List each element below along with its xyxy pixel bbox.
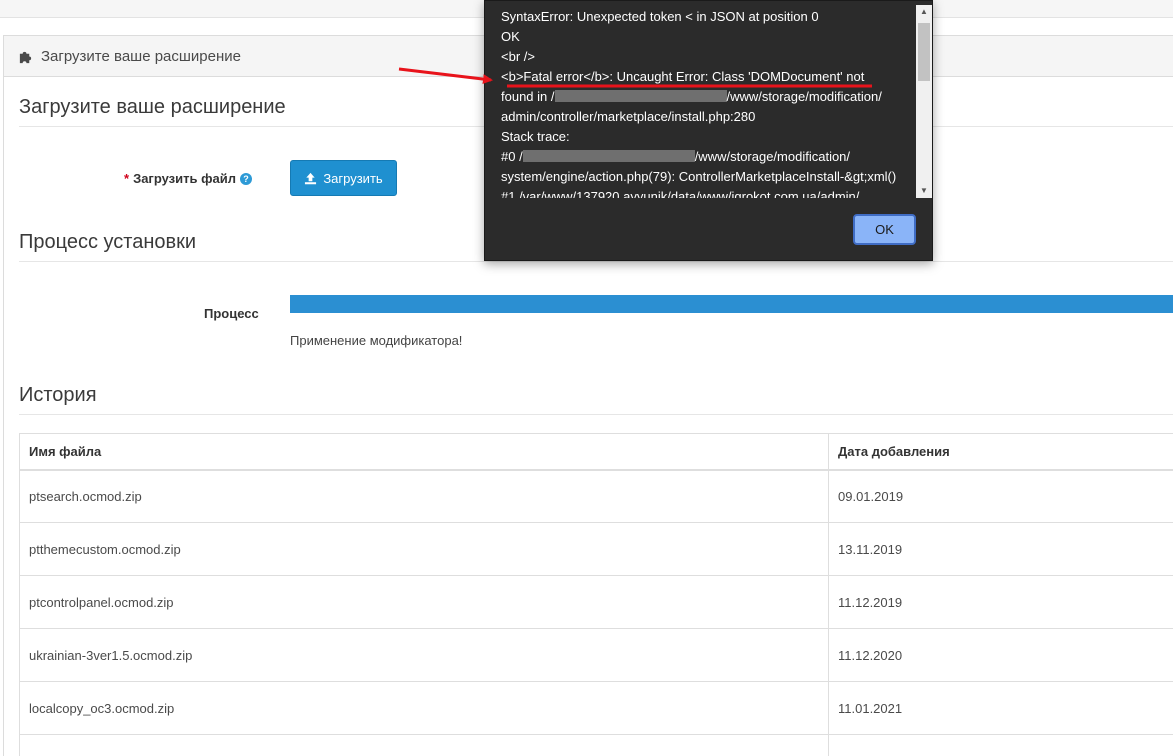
table-row: localcopy_oc3.ocmod.zip 11.01.2021 <box>19 681 1173 735</box>
required-mark: * <box>124 171 130 186</box>
cell-date: 11.12.2019 <box>828 575 1173 629</box>
history-section-title: История <box>19 384 97 406</box>
cell-filename: ptcontrolpanel.ocmod.zip <box>19 575 829 629</box>
column-header-date[interactable]: Дата добавления <box>828 433 1173 471</box>
install-section-title: Процесс установки <box>19 231 197 253</box>
redacted-path <box>522 150 695 162</box>
divider <box>19 261 1173 262</box>
error-line: Stack trace: <box>501 129 570 144</box>
error-line-prefix: found in / <box>501 89 555 104</box>
error-line: OK <box>501 29 520 44</box>
error-line: SyntaxError: Unexpected token < in JSON … <box>501 9 819 24</box>
cell-filename: ptthemecustom.ocmod.zip <box>19 522 829 576</box>
cell-date: 11.01.2021 <box>828 681 1173 735</box>
ok-button[interactable]: OK <box>853 214 916 245</box>
error-line: admin/controller/marketplace/install.php… <box>501 109 756 124</box>
error-line: <br /> <box>501 49 535 64</box>
error-line: system/engine/action.php(79): Controller… <box>501 169 897 184</box>
dialog-scrollbar[interactable]: ▲ ▼ <box>916 5 932 198</box>
upload-button-label: Загрузить <box>323 170 383 186</box>
table-row: ptsearch.ocmod.zip 09.01.2019 <box>19 469 1173 523</box>
upload-section-title: Загрузите ваше расширение <box>19 96 286 118</box>
scroll-thumb[interactable] <box>918 23 930 81</box>
error-line-suffix: /www/storage/modification/ <box>726 89 882 104</box>
cell-filename: ukrainian-3ver1.5.ocmod.zip <box>19 628 829 682</box>
upload-file-label: * Загрузить файл? <box>124 171 252 186</box>
upload-file-label-text: Загрузить файл <box>133 171 236 186</box>
cell-filename: localcopy_oc3.ocmod.zip <box>19 681 829 735</box>
progress-label: Процесс <box>204 306 259 321</box>
progress-bar <box>290 295 1173 313</box>
column-header-filename[interactable]: Имя файла <box>19 433 829 471</box>
cell-filename <box>19 734 829 756</box>
upload-button[interactable]: Загрузить <box>290 160 397 196</box>
cell-date <box>828 734 1173 756</box>
redacted-path <box>554 90 727 102</box>
progress-bar-fill <box>290 295 1173 313</box>
cell-date: 11.12.2020 <box>828 628 1173 682</box>
upload-icon <box>305 172 317 184</box>
cell-filename: ptsearch.ocmod.zip <box>19 469 829 523</box>
error-line: <b>Fatal error</b>: Uncaught Error: Clas… <box>501 69 865 84</box>
table-row: ukrainian-3ver1.5.ocmod.zip 11.12.2020 <box>19 628 1173 682</box>
error-line-suffix: /www/storage/modification/ <box>694 149 851 164</box>
table-row: ptcontrolpanel.ocmod.zip 11.12.2019 <box>19 575 1173 629</box>
table-row <box>19 734 1173 756</box>
progress-status-text: Применение модификатора! <box>290 333 463 348</box>
error-line-prefix: #0 / <box>501 149 523 164</box>
error-line: #0 / /www/storage/modification/ <box>501 147 915 167</box>
puzzle-icon <box>19 51 32 63</box>
error-message[interactable]: SyntaxError: Unexpected token < in JSON … <box>485 1 915 198</box>
scroll-up-arrow-icon[interactable]: ▲ <box>916 5 932 19</box>
divider <box>19 414 1173 415</box>
error-dialog: SyntaxError: Unexpected token < in JSON … <box>484 0 933 261</box>
dialog-footer: OK <box>485 198 932 260</box>
question-icon[interactable]: ? <box>239 173 252 185</box>
table-row: ptthemecustom.ocmod.zip 13.11.2019 <box>19 522 1173 576</box>
scroll-down-arrow-icon[interactable]: ▼ <box>916 184 932 198</box>
cell-date: 13.11.2019 <box>828 522 1173 576</box>
error-line: found in / /www/storage/modification/ <box>501 87 915 107</box>
history-table: Имя файла Дата добавления ptsearch.ocmod… <box>19 433 1173 756</box>
error-line: #1 /var/www/137920.ayyunik/data/www/igro… <box>501 189 860 198</box>
table-header-row: Имя файла Дата добавления <box>19 433 1173 471</box>
cell-date: 09.01.2019 <box>828 469 1173 523</box>
panel-heading-text: Загрузите ваше расширение <box>41 47 241 65</box>
